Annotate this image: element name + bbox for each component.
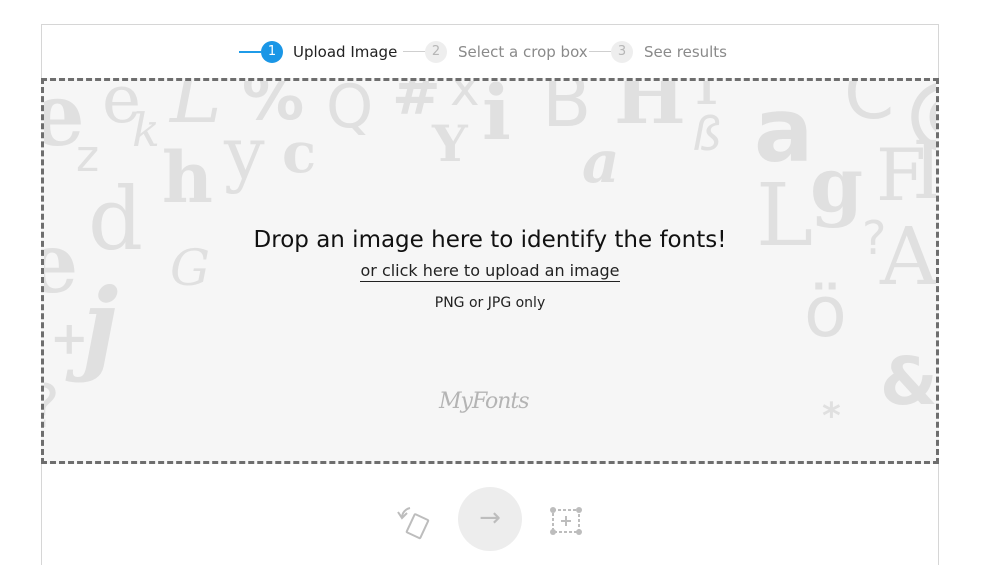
crop-box-icon [550,507,582,535]
step-2-number: 2 [425,41,447,63]
background-glyph: x [450,78,480,117]
step-3-label: See results [644,43,727,61]
background-glyph: j [82,266,119,384]
step-connector [589,51,611,52]
background-glyph: Y [432,114,468,173]
background-glyph: y [224,111,265,195]
rotate-icon [397,507,430,540]
background-glyph: ß [692,107,721,161]
drop-instructions: Drop an image here to identify the fonts… [253,227,727,253]
step-progress: 1 Upload Image 2 Select a crop box 3 See… [239,41,759,63]
background-glyph: i [482,78,511,157]
step-connector [403,51,425,52]
rotate-button[interactable] [396,502,432,542]
background-glyph: Q [326,78,374,142]
background-glyph: H [614,78,686,141]
background-glyph: a [754,79,814,182]
upload-link-row: or click here to upload an image [44,261,936,282]
background-glyph: & [880,343,938,420]
background-glyph: C [844,78,895,135]
background-glyph: * [822,396,841,437]
upload-link[interactable]: or click here to upload an image [360,261,620,282]
background-glyph: L [170,78,222,141]
step-2-label: Select a crop box [458,43,588,61]
background-glyph: I [912,131,936,211]
background-glyph: h [162,136,213,219]
image-drop-zone[interactable]: e e k L % Q # x i B H I ß a C @ z h y c … [41,78,939,464]
arrow-right-icon: → [479,503,501,533]
myfonts-logo: MyFonts [439,389,530,414]
background-glyph: a [582,128,620,196]
file-format-note: PNG or JPG only [434,295,546,311]
step-1-label: Upload Image [293,43,398,61]
background-glyph: ö [804,271,847,353]
crop-box-button[interactable] [549,506,583,536]
step-connector [239,51,261,53]
next-step-button[interactable]: → [458,487,522,551]
background-glyph: ? [44,377,60,437]
step-3-number: 3 [611,41,633,63]
background-glyph: g [810,140,864,229]
background-glyph: c [282,120,317,186]
step-1-number: 1 [261,41,283,63]
background-glyph: k [132,103,160,157]
